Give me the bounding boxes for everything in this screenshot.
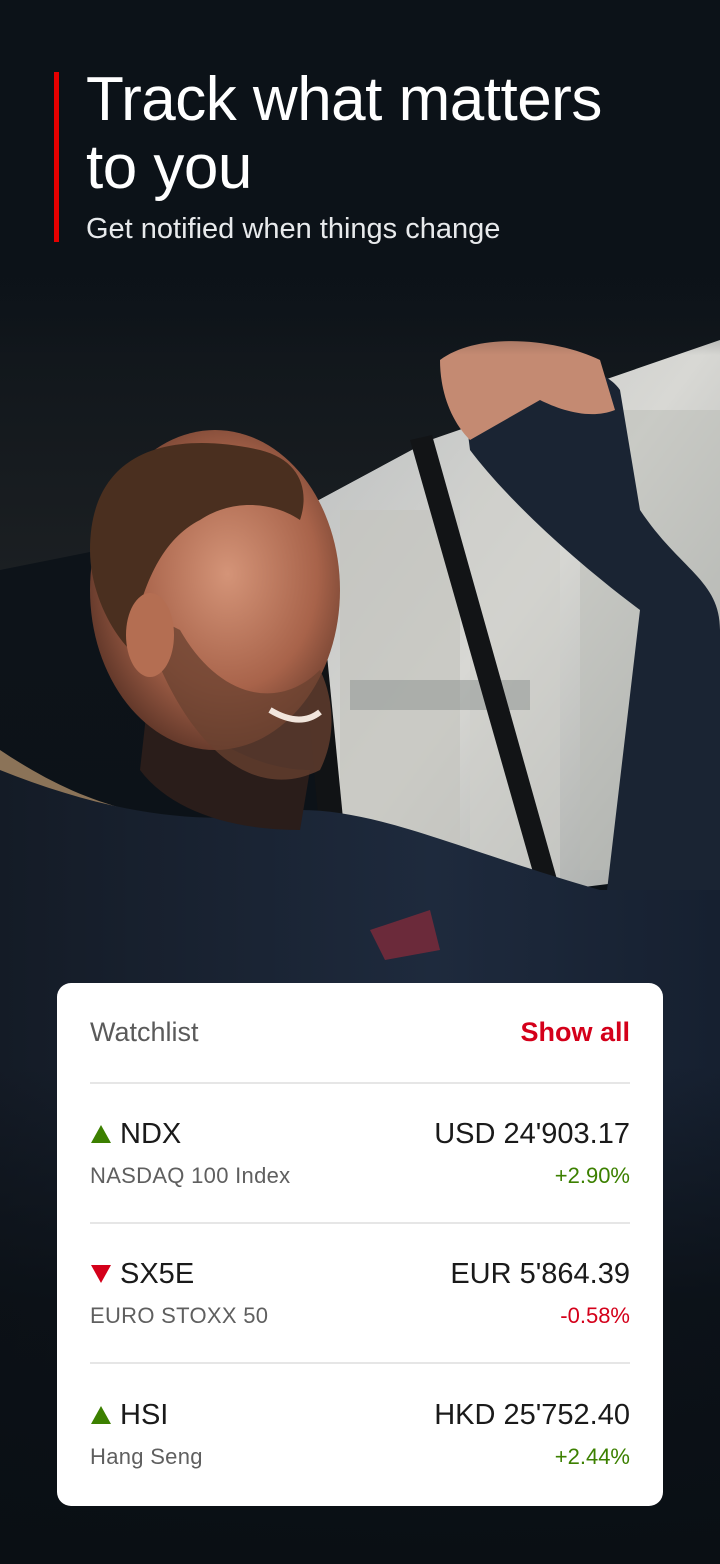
watchlist-row-sx5e[interactable]: SX5E EURO STOXX 50 EUR 5'864.39 -0.58% (90, 1224, 630, 1364)
header-block: Track what matters to you Get notified w… (54, 66, 674, 246)
instrument-name: NASDAQ 100 Index (90, 1162, 291, 1188)
instrument-price: USD 24'903.17 (434, 1117, 630, 1150)
triangle-down-icon (91, 1265, 111, 1283)
instrument-price: HKD 25'752.40 (434, 1398, 630, 1431)
triangle-up-icon (91, 1406, 111, 1424)
show-all-link[interactable]: Show all (520, 1017, 630, 1048)
instrument-change: +2.90% (554, 1162, 630, 1188)
page-subtitle: Get notified when things change (86, 213, 501, 245)
instrument-price: EUR 5'864.39 (450, 1257, 630, 1290)
watchlist-card: Watchlist Show all NDX NASDAQ 100 Index … (57, 983, 663, 1506)
watchlist-title: Watchlist (90, 1017, 199, 1047)
page-title: Track what matters to you (86, 65, 602, 202)
ticker-symbol: SX5E (120, 1257, 195, 1290)
instrument-name: EURO STOXX 50 (90, 1302, 269, 1328)
watchlist-row-ndx[interactable]: NDX NASDAQ 100 Index USD 24'903.17 +2.90… (90, 1084, 630, 1224)
ticker-symbol: NDX (120, 1117, 182, 1150)
ticker-symbol: HSI (120, 1398, 169, 1431)
header-accent-bar (54, 72, 59, 242)
instrument-change: +2.44% (554, 1443, 630, 1469)
watchlist-header: Watchlist Show all (90, 983, 630, 1084)
watchlist-row-hsi[interactable]: HSI Hang Seng HKD 25'752.40 +2.44% (90, 1364, 630, 1504)
onboarding-screen: Track what matters to you Get notified w… (0, 0, 720, 1564)
instrument-name: Hang Seng (90, 1443, 203, 1469)
triangle-up-icon (91, 1125, 111, 1143)
instrument-change: -0.58% (560, 1302, 630, 1328)
